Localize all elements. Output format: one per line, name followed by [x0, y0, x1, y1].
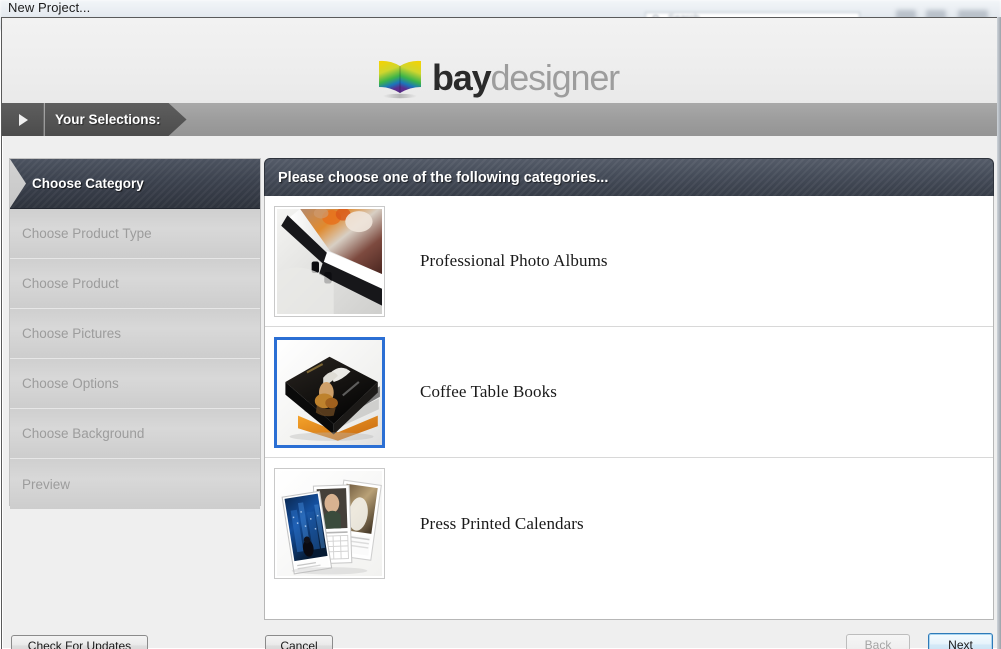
- baydesigner-logo: baydesigner: [377, 57, 620, 99]
- category-thumbnail-frame: [274, 336, 385, 448]
- sidebar-item-choose-category[interactable]: Choose Category: [10, 159, 260, 209]
- sidebar-item-choose-product: Choose Product: [10, 259, 260, 309]
- category-thumbnail-frame: [274, 468, 385, 579]
- selections-expand-button[interactable]: [2, 103, 44, 136]
- category-chooser-panel: Please choose one of the following categ…: [264, 158, 994, 620]
- window-right-edge: [997, 17, 1001, 649]
- window-title: New Project...: [8, 0, 91, 15]
- next-button[interactable]: Next: [928, 633, 993, 649]
- your-selections-label: Your Selections:: [55, 112, 161, 127]
- category-item-label: Coffee Table Books: [420, 382, 557, 401]
- open-book-icon: [379, 60, 421, 99]
- photo-album-thumbnail: [277, 208, 382, 314]
- category-item-label: Press Printed Calendars: [420, 513, 584, 533]
- back-button: Back: [846, 634, 910, 649]
- panel-header: Please choose one of the following categ…: [264, 158, 994, 196]
- logo-designer-text: designer: [490, 57, 620, 98]
- sidebar-item-choose-background: Choose Background: [10, 409, 260, 459]
- sidebar-item-label: Choose Pictures: [22, 326, 122, 341]
- sidebar-item-label: Choose Background: [22, 426, 145, 441]
- sidebar-item-label: Preview: [22, 476, 71, 492]
- your-selections-tab[interactable]: Your Selections:: [45, 103, 187, 136]
- sidebar-item-label: Choose Options: [22, 376, 119, 391]
- sidebar-item-label: Choose Product: [22, 276, 119, 291]
- wizard-step-sidebar: Choose Category Choose Product Type Choo…: [9, 158, 261, 509]
- sidebar-item-choose-product-type: Choose Product Type: [10, 209, 260, 259]
- category-item-professional-photo-albums[interactable]: Professional Photo Albums: [265, 196, 993, 327]
- sidebar-item-preview: Preview: [10, 459, 260, 509]
- category-item-coffee-table-books[interactable]: Coffee Table Books: [265, 327, 993, 458]
- logo-bay-text: bay: [432, 57, 492, 98]
- category-thumbnail-frame: [274, 205, 385, 317]
- new-project-dialog: baydesigner Your Selections: Choose Cate…: [1, 17, 1000, 649]
- sidebar-item-label: Choose Product Type: [22, 226, 152, 241]
- category-list: Professional Photo Albums Coffee Table B…: [264, 196, 994, 620]
- cancel-button[interactable]: Cancel: [265, 635, 333, 649]
- branding-header: baydesigner: [2, 18, 1000, 103]
- category-item-press-printed-calendars[interactable]: Press Printed Calendars: [265, 458, 993, 589]
- sidebar-item-label: Choose Category: [32, 176, 144, 191]
- coffee-table-book-thumbnail: [277, 339, 382, 445]
- play-triangle-icon: [19, 113, 28, 126]
- sidebar-item-choose-options: Choose Options: [10, 359, 260, 409]
- your-selections-bar: Your Selections:: [2, 103, 1000, 136]
- calendar-stack-thumbnail: [277, 471, 382, 576]
- category-item-label: Professional Photo Albums: [420, 251, 608, 270]
- panel-header-title: Please choose one of the following categ…: [278, 169, 609, 186]
- check-for-updates-button[interactable]: Check For Updates: [11, 635, 148, 649]
- logo-wordmark: baydesigner: [432, 57, 620, 98]
- sidebar-item-choose-pictures: Choose Pictures: [10, 309, 260, 359]
